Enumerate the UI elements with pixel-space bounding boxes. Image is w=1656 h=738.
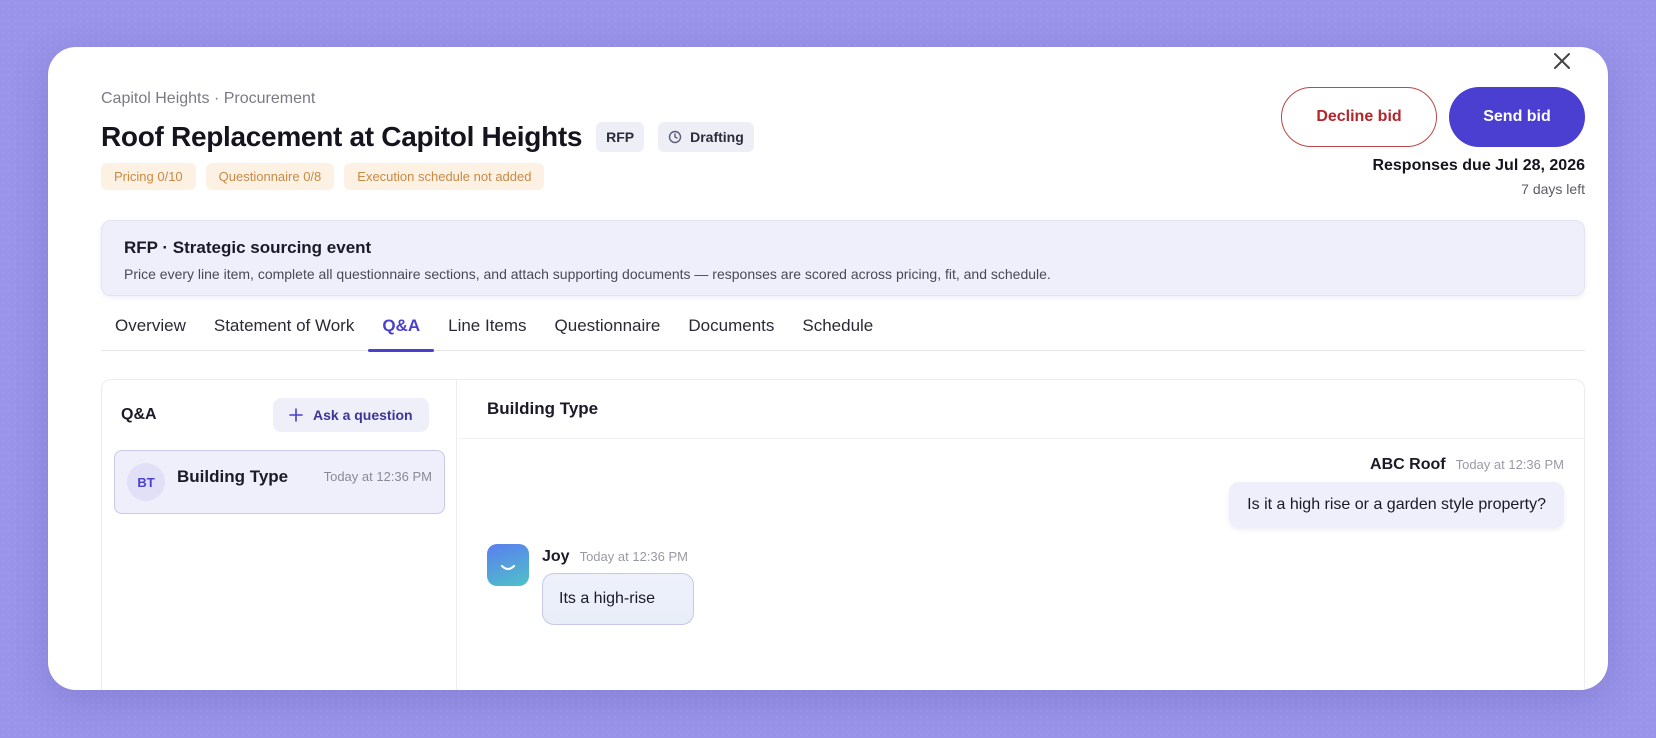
thread-title: Building Type: [487, 399, 599, 418]
clock-icon: [668, 130, 682, 144]
plus-icon: [289, 408, 303, 422]
avatar: [487, 544, 529, 586]
question-title: Building Type: [177, 467, 289, 486]
questionnaire-badge: Questionnaire 0/8: [205, 163, 335, 190]
close-icon: [1554, 53, 1570, 69]
tab-overview[interactable]: Overview: [101, 311, 200, 351]
tab-line-items[interactable]: Line Items: [434, 311, 540, 351]
tab-qa[interactable]: Q&A: [368, 311, 434, 352]
message-bubble: Is it a high rise or a garden style prop…: [1229, 482, 1564, 528]
thread-divider: [458, 438, 1585, 439]
schedule-badge: Execution schedule not added: [344, 163, 545, 190]
info-title: RFP · Strategic sourcing event: [124, 238, 372, 257]
ask-question-label: Ask a question: [313, 407, 413, 423]
qa-panel: Q&A Ask a question BT Building Type Toda…: [101, 379, 1585, 690]
page-title: Roof Replacement at Capitol Heights: [101, 121, 583, 152]
rfp-tag-label: RFP: [606, 129, 635, 145]
ask-question-button[interactable]: Ask a question: [273, 398, 429, 432]
sender-name: Joy: [542, 548, 570, 565]
tab-statement-of-work[interactable]: Statement of Work: [200, 311, 368, 351]
bid-modal: Capitol Heights · Procurement Roof Repla…: [48, 47, 1608, 690]
info-description: Price every line item, complete all ques…: [124, 266, 1051, 282]
days-left: 7 days left: [1521, 181, 1585, 197]
decline-bid-button[interactable]: Decline bid: [1281, 87, 1437, 147]
message-bubble: Its a high-rise: [542, 573, 694, 625]
tab-questionnaire[interactable]: Questionnaire: [541, 311, 675, 351]
avatar: BT: [127, 463, 165, 501]
close-button[interactable]: [1548, 47, 1576, 75]
breadcrumb: Capitol Heights · Procurement: [101, 90, 316, 107]
status-badge: Drafting: [658, 122, 754, 152]
responses-due: Responses due Jul 28, 2026: [1372, 157, 1585, 174]
sender-name: ABC Roof: [1370, 456, 1446, 473]
event-info-box: RFP · Strategic sourcing event Price eve…: [101, 220, 1585, 296]
tab-schedule[interactable]: Schedule: [788, 311, 887, 351]
qa-heading: Q&A: [121, 406, 157, 423]
smile-icon: [500, 564, 516, 571]
status-label: Drafting: [690, 129, 744, 145]
progress-badges: Pricing 0/10 Questionnaire 0/8 Execution…: [101, 163, 545, 190]
question-time: Today at 12:36 PM: [323, 469, 432, 484]
tab-bar: Overview Statement of Work Q&A Line Item…: [101, 311, 1585, 352]
pricing-badge: Pricing 0/10: [101, 163, 196, 190]
question-item[interactable]: BT Building Type Today at 12:36 PM: [114, 450, 445, 514]
question-list: Q&A Ask a question BT Building Type Toda…: [102, 380, 457, 690]
title-row: Roof Replacement at Capitol Heights RFP …: [101, 121, 754, 153]
rfp-tag: RFP: [596, 122, 645, 152]
message-time: Today at 12:36 PM: [1455, 457, 1564, 472]
message-time: Today at 12:36 PM: [579, 549, 688, 564]
send-bid-button[interactable]: Send bid: [1449, 87, 1585, 147]
message-meta: ABC Roof Today at 12:36 PM: [1370, 456, 1564, 474]
message-meta: Joy Today at 12:36 PM: [542, 548, 688, 566]
tab-documents[interactable]: Documents: [674, 311, 788, 351]
